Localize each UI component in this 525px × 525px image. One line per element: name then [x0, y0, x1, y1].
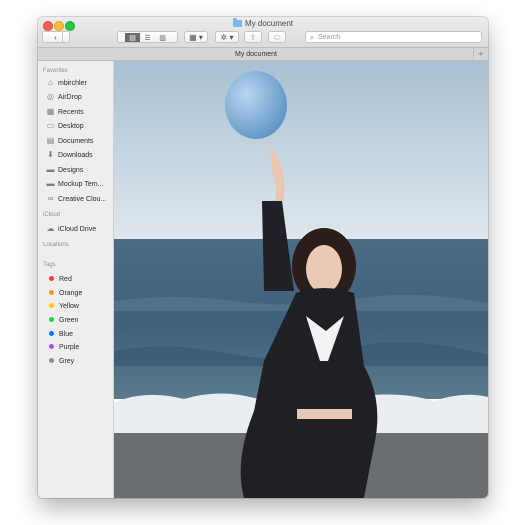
search-field[interactable]: ⌕ [305, 31, 482, 43]
search-icon: ⌕ [310, 33, 315, 42]
column-view-button[interactable]: ▥ [155, 33, 170, 42]
sidebar-item-tag-blue[interactable]: Blue [46, 329, 112, 340]
sidebar-item-label: Orange [59, 290, 83, 297]
window-title: My document [38, 18, 488, 30]
tab-my-document[interactable]: My document [38, 48, 474, 61]
sidebar-item-tag-grey[interactable]: Grey [46, 356, 112, 367]
downloads-icon: ⬇ [47, 150, 54, 159]
finder-window: My document ‹› ▤☰▥▭ ▦ ▾ ✲ ▾ ⇪ ⬭ ⌕ My doc… [38, 17, 488, 498]
document-content [114, 61, 488, 498]
sidebar-item-downloads[interactable]: ⬇ Downloads [46, 149, 112, 160]
sidebar-item-mockup-templates[interactable]: ▬ Mockup Tem... [46, 178, 112, 189]
folder-icon [232, 18, 242, 27]
back-button[interactable]: ‹ [49, 32, 63, 43]
sidebar-item-airdrop[interactable]: ◎ AirDrop [46, 91, 112, 102]
back-forward-group: ‹› [42, 31, 70, 53]
recents-icon: ▦ [46, 107, 55, 116]
sidebar-item-tag-red[interactable]: Red [46, 274, 112, 285]
desktop-icon: ▭ [46, 121, 55, 130]
title-bar: My document ‹› ▤☰▥▭ ▦ ▾ ✲ ▾ ⇪ ⬭ ⌕ [38, 17, 488, 53]
group-by-button[interactable]: ▦ ▾ [184, 31, 208, 43]
cloud-icon: ☁ [46, 224, 55, 233]
sidebar-item-label: Mockup Tem... [58, 181, 104, 188]
search-input[interactable] [318, 32, 478, 43]
tag-purple-dot [49, 344, 54, 349]
tab-bar: My document + [38, 47, 488, 61]
sidebar-item-label: Documents [58, 138, 94, 145]
tag-red-dot [49, 276, 54, 281]
sidebar-item-label: iCloud Drive [58, 226, 97, 233]
tag-orange-dot [49, 290, 54, 295]
sidebar-item-tag-purple[interactable]: Purple [46, 342, 112, 353]
airdrop-icon: ◎ [47, 92, 54, 101]
sidebar-item-recents[interactable]: ▦ Recents [46, 106, 112, 117]
sidebar-item-label: Desktop [58, 123, 84, 130]
sidebar-item-designs[interactable]: ▬ Designs [46, 164, 112, 175]
sidebar-item-tag-orange[interactable]: Orange [46, 288, 112, 299]
sidebar-item-label: Designs [58, 167, 84, 174]
home-icon: ⌂ [48, 78, 53, 87]
tags-header: Tags [43, 262, 56, 268]
sidebar-item-label: Creative Clou... [58, 196, 107, 203]
sidebar-item-home[interactable]: ⌂ mbirchler [46, 77, 112, 88]
sidebar-item-label: Red [59, 276, 72, 283]
edit-tags-button[interactable]: ⬭ [268, 31, 286, 43]
icon-view-button[interactable]: ▤ [125, 33, 140, 42]
tag-grey-dot [49, 358, 54, 363]
sidebar-item-desktop[interactable]: ▭ Desktop [46, 120, 112, 131]
sidebar-item-tag-green[interactable]: Green [46, 315, 112, 326]
tag-blue-dot [49, 331, 54, 336]
tag-green-dot [49, 317, 54, 322]
sidebar-item-label: Grey [59, 358, 75, 365]
document-photo [114, 61, 488, 498]
new-tab-button[interactable]: + [473, 48, 488, 61]
creative-cloud-icon: ∞ [47, 194, 54, 203]
sidebar-item-label: Purple [59, 344, 80, 351]
tag-yellow-dot [49, 303, 54, 308]
window-title-text: My document [244, 19, 294, 28]
sidebar-item-label: Blue [59, 331, 74, 338]
sidebar: Favorites ⌂ mbirchler ◎ AirDrop ▦ Recents ▭… [38, 61, 114, 498]
list-view-button[interactable]: ☰ [140, 33, 155, 42]
icloud-header: iCloud [43, 212, 61, 218]
sidebar-item-label: Recents [58, 109, 84, 116]
documents-icon: ▤ [46, 136, 55, 145]
sidebar-item-creative-cloud[interactable]: ∞ Creative Clou... [46, 193, 112, 204]
sidebar-item-icloud-drive[interactable]: ☁ iCloud Drive [46, 223, 112, 234]
view-mode-group: ▤☰▥▭ [117, 31, 178, 43]
sidebar-item-label: Downloads [58, 152, 93, 159]
sidebar-item-label: Yellow [59, 303, 79, 310]
sidebar-item-label: Green [59, 317, 79, 324]
folder-icon: ▬ [46, 179, 55, 188]
sidebar-item-label: mbirchler [58, 80, 87, 87]
sidebar-item-label: AirDrop [58, 94, 82, 101]
favorites-header: Favorites [43, 68, 68, 74]
share-button[interactable]: ⇪ [244, 31, 262, 43]
action-menu-button[interactable]: ✲ ▾ [215, 31, 239, 43]
folder-icon: ▬ [46, 165, 55, 174]
sidebar-item-documents[interactable]: ▤ Documents [46, 135, 112, 146]
locations-header: Locations [43, 242, 69, 248]
sidebar-item-tag-yellow[interactable]: Yellow [46, 301, 112, 312]
